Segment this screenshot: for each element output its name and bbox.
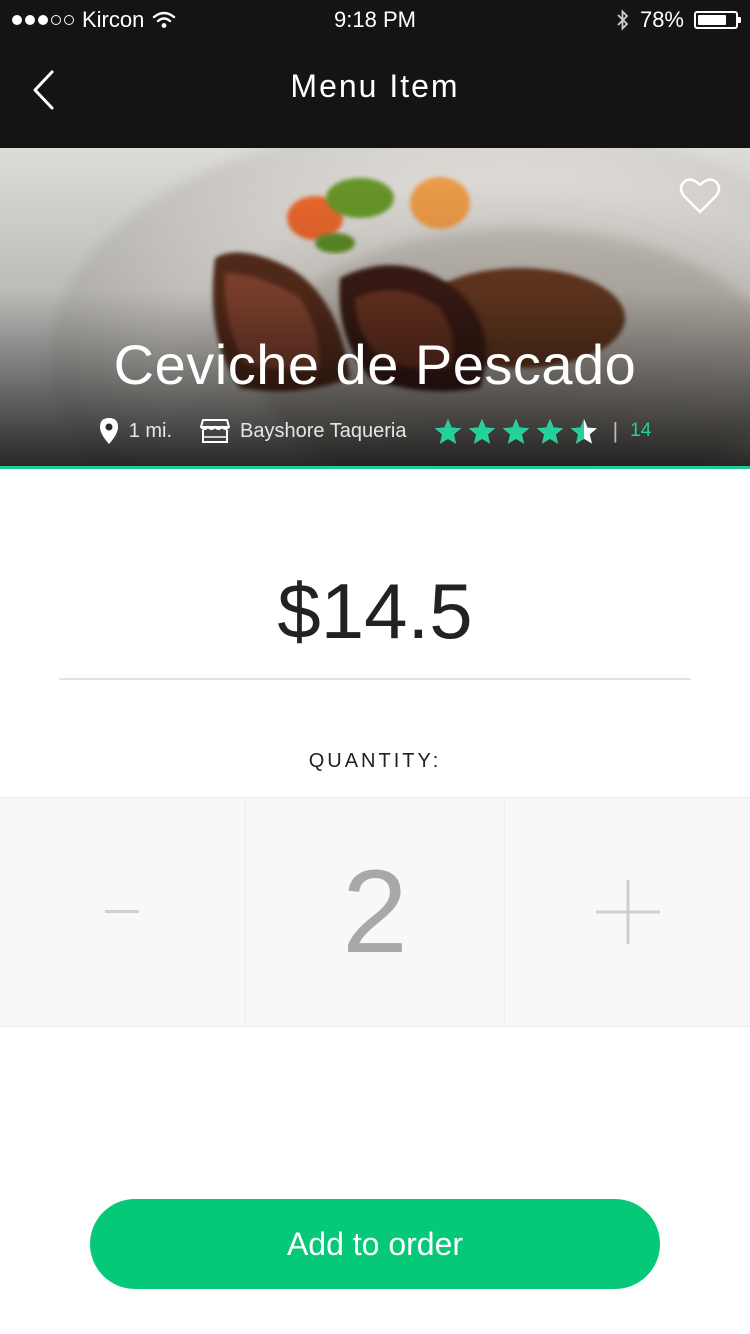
star-half-icon <box>571 418 598 444</box>
battery-percent: 78% <box>639 7 684 32</box>
storefront-icon <box>200 419 231 443</box>
quantity-label: QUANTITY: <box>308 750 442 772</box>
price-divider <box>59 678 691 680</box>
battery-icon <box>694 11 741 29</box>
bluetooth-icon <box>617 9 629 31</box>
distance-text: 1 mi. <box>128 419 173 442</box>
distance-info: 1 mi. <box>99 417 172 445</box>
plus-icon <box>595 880 660 944</box>
increase-quantity-button[interactable] <box>505 798 750 1026</box>
star-full-icon <box>435 418 462 444</box>
location-pin-icon <box>99 418 118 444</box>
favorite-button[interactable] <box>678 176 722 216</box>
status-right: 78% <box>616 7 741 33</box>
nav-bar: Menu Item <box>0 40 750 148</box>
rating-separator: | <box>612 418 619 443</box>
star-full-icon <box>537 418 564 444</box>
hero-banner: Ceviche de Pescado 1 mi. Bayshore Taquer… <box>0 148 750 469</box>
status-bar: Kircon 9:18 PM 78% <box>0 0 750 40</box>
page-title: Menu Item <box>290 68 460 104</box>
quantity-value: 2 <box>246 798 506 1026</box>
minus-icon <box>105 910 140 913</box>
restaurant-link[interactable]: Bayshore Taqueria <box>200 418 406 444</box>
restaurant-name: Bayshore Taqueria <box>240 419 407 442</box>
review-count[interactable]: 14 <box>630 420 651 442</box>
item-price: $14.5 <box>277 567 473 655</box>
heart-outline-icon <box>679 178 721 214</box>
star-full-icon <box>469 418 496 444</box>
add-to-order-button[interactable]: Add to order <box>90 1199 660 1289</box>
decrease-quantity-button[interactable] <box>0 798 246 1026</box>
dish-meta-row: 1 mi. Bayshore Taqueria | 14 <box>0 414 750 448</box>
rating-stars <box>434 418 598 445</box>
dish-name: Ceviche de Pescado <box>113 333 637 396</box>
quantity-stepper: 2 <box>0 797 750 1027</box>
star-full-icon <box>503 418 530 444</box>
